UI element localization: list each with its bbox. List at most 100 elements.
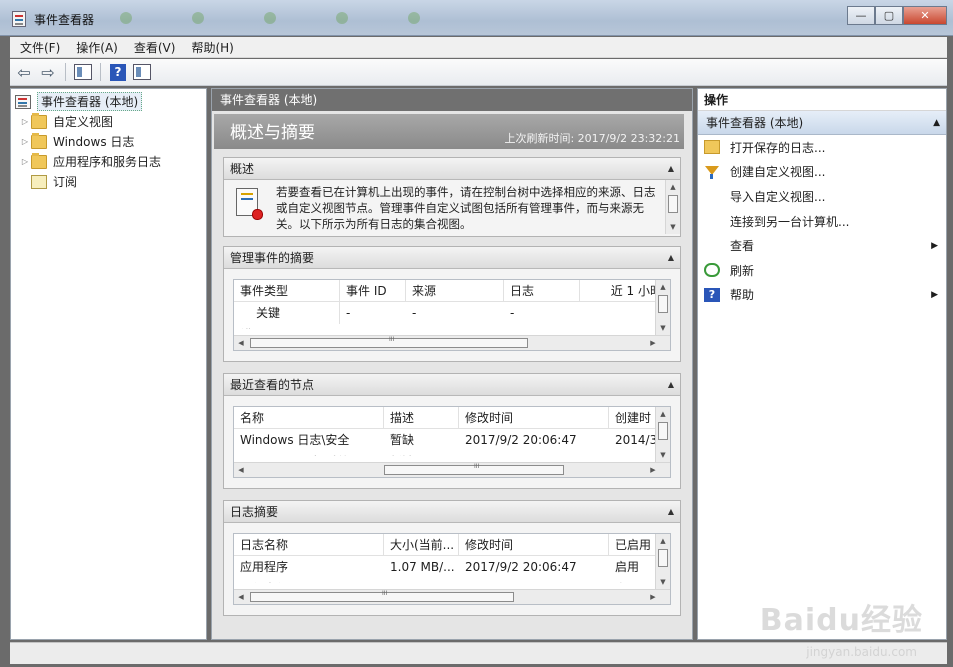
- column-header[interactable]: 日志名称: [234, 534, 384, 555]
- tree-item-custom-views[interactable]: ▷ 自定义视图: [19, 112, 113, 131]
- collapse-arrow-icon[interactable]: ▲: [668, 374, 674, 396]
- close-button[interactable]: ✕: [903, 6, 947, 25]
- action-view[interactable]: 查看 ▶: [698, 233, 946, 258]
- scroll-right-icon[interactable]: ▶: [646, 590, 660, 604]
- action-pane-icon: [133, 64, 151, 80]
- scroll-thumb[interactable]: [658, 295, 668, 313]
- action-label: 创建自定义视图...: [730, 165, 826, 180]
- event-viewer-icon: [12, 11, 26, 27]
- tree-item-app-service-logs[interactable]: ▷ 应用程序和服务日志: [19, 152, 161, 171]
- help-button[interactable]: ?: [108, 62, 128, 82]
- forward-arrow-icon[interactable]: ⇨: [38, 62, 58, 82]
- tree-item-windows-logs[interactable]: ▷ Windows 日志: [19, 132, 134, 151]
- column-header[interactable]: 修改时间: [459, 534, 609, 555]
- column-header[interactable]: 修改时间: [459, 407, 609, 428]
- column-header[interactable]: 来源: [406, 280, 504, 301]
- vertical-scrollbar[interactable]: ▲ ▼: [655, 534, 670, 589]
- back-arrow-icon[interactable]: ⇦: [14, 62, 34, 82]
- column-header[interactable]: 描述: [384, 407, 459, 428]
- menu-view[interactable]: 查看(V): [134, 39, 176, 56]
- menu-action[interactable]: 操作(A): [76, 39, 118, 56]
- table-row[interactable]: Windows 日志\安全 暂缺 2017/9/2 20:06:47 2014/…: [234, 429, 670, 451]
- vertical-scrollbar[interactable]: ▲ ▼: [655, 280, 670, 335]
- table-row-partial[interactable]: 硬件事件 68 KB/20... 2014/3/14 16:20:30 启用: [234, 578, 670, 583]
- scroll-left-icon[interactable]: ◀: [234, 336, 248, 350]
- table-cell: [504, 324, 580, 329]
- maximize-button[interactable]: ▢: [875, 6, 903, 25]
- scroll-thumb[interactable]: [384, 463, 564, 475]
- collapse-arrow-icon[interactable]: ▲: [668, 247, 674, 269]
- horizontal-scrollbar[interactable]: ◀ ▶: [234, 589, 670, 604]
- table-row-partial[interactable]: 错误 2,100: [234, 324, 670, 329]
- action-help[interactable]: ? 帮助 ▶: [698, 283, 946, 308]
- log-summary-header[interactable]: 日志摘要 ▲: [224, 501, 680, 523]
- scroll-down-icon[interactable]: ▼: [656, 448, 670, 462]
- menu-file[interactable]: 文件(F): [20, 39, 60, 56]
- action-import-custom-view[interactable]: 导入自定义视图...: [698, 184, 946, 209]
- actions-title: 操作: [698, 89, 946, 111]
- overview-banner: 概述与摘要 上次刷新时间: 2017/9/2 23:32:21: [214, 114, 684, 149]
- action-connect-computer[interactable]: 连接到另一台计算机...: [698, 209, 946, 234]
- subscription-icon: [31, 174, 47, 189]
- recent-nodes-header[interactable]: 最近查看的节点 ▲: [224, 374, 680, 396]
- horizontal-scrollbar[interactable]: ◀ ▶: [234, 462, 670, 477]
- tree-root-event-viewer[interactable]: 事件查看器 (本地): [15, 92, 143, 111]
- recent-nodes-grid: 名称 描述 修改时间 创建时 Windows 日志\安全 暂缺 2017/9/2…: [233, 406, 671, 478]
- table-cell: 2017/9/2 20:06:47: [465, 560, 577, 574]
- action-open-saved-log[interactable]: 打开保存的日志...: [698, 135, 946, 160]
- scroll-down-icon[interactable]: ▼: [656, 575, 670, 589]
- scroll-thumb[interactable]: [658, 422, 668, 440]
- table-cell: Windows 日志\系统: [234, 451, 384, 456]
- actions-group-header[interactable]: 事件查看器 (本地) ▲: [698, 111, 946, 135]
- table-row[interactable]: 关键 - - - 0: [234, 302, 670, 324]
- table-cell: 2014/3/14 16:20:30: [459, 578, 609, 583]
- tree-item-subscriptions[interactable]: 订阅: [31, 172, 77, 191]
- tree-item-label: 应用程序和服务日志: [53, 155, 162, 169]
- table-cell: 关键: [234, 302, 340, 324]
- log-summary-section: 日志摘要 ▲ 日志名称 大小(当前... 修改时间 已启用 应用程序 1.07 …: [223, 500, 681, 616]
- scroll-down-icon[interactable]: ▼: [656, 321, 670, 335]
- minimize-button[interactable]: —: [847, 6, 875, 25]
- scroll-up-icon[interactable]: ▲: [656, 407, 670, 421]
- tree-item-label: Windows 日志: [53, 135, 135, 149]
- column-header[interactable]: 事件类型: [234, 280, 340, 301]
- vertical-scrollbar[interactable]: ▲ ▼: [665, 180, 680, 234]
- scroll-right-icon[interactable]: ▶: [646, 463, 660, 477]
- scroll-up-icon[interactable]: ▲: [656, 280, 670, 294]
- scroll-left-icon[interactable]: ◀: [234, 463, 248, 477]
- help-icon: ?: [110, 63, 126, 81]
- overview-section-header[interactable]: 概述 ▲: [224, 158, 680, 180]
- table-row[interactable]: 应用程序 1.07 MB/... 2017/9/2 20:06:47 启用: [234, 556, 670, 578]
- horizontal-scrollbar[interactable]: ◀ ▶: [234, 335, 670, 350]
- scroll-thumb[interactable]: [668, 195, 678, 213]
- collapse-arrow-icon[interactable]: ▲: [668, 158, 674, 180]
- show-hide-tree-button[interactable]: [73, 62, 93, 82]
- collapse-arrow-icon[interactable]: ▲: [933, 111, 940, 135]
- show-action-pane-button[interactable]: [132, 62, 152, 82]
- scroll-thumb[interactable]: [250, 590, 514, 602]
- action-create-custom-view[interactable]: 创建自定义视图...: [698, 160, 946, 185]
- expand-arrow-icon[interactable]: ▷: [19, 157, 31, 166]
- table-cell: -: [412, 306, 417, 320]
- scroll-right-icon[interactable]: ▶: [646, 336, 660, 350]
- vertical-scrollbar[interactable]: ▲ ▼: [655, 407, 670, 462]
- expand-arrow-icon[interactable]: ▷: [19, 117, 31, 126]
- scroll-thumb[interactable]: [658, 549, 668, 567]
- admin-events-summary-section: 管理事件的摘要 ▲ 事件类型 事件 ID 来源 日志 近 1 小时 关键 - -…: [223, 246, 681, 362]
- action-refresh[interactable]: 刷新: [698, 258, 946, 283]
- scroll-thumb[interactable]: [250, 336, 528, 348]
- admin-summary-header[interactable]: 管理事件的摘要 ▲: [224, 247, 680, 269]
- column-header[interactable]: 事件 ID: [340, 280, 406, 301]
- window-title: 事件查看器: [34, 13, 95, 27]
- collapse-arrow-icon[interactable]: ▲: [668, 501, 674, 523]
- column-header[interactable]: 大小(当前...: [384, 534, 459, 555]
- scroll-down-icon[interactable]: ▼: [666, 220, 680, 234]
- scroll-up-icon[interactable]: ▲: [656, 534, 670, 548]
- menu-help[interactable]: 帮助(H): [191, 39, 233, 56]
- scroll-left-icon[interactable]: ◀: [234, 590, 248, 604]
- column-header[interactable]: 日志: [504, 280, 580, 301]
- column-header[interactable]: 名称: [234, 407, 384, 428]
- table-row-partial[interactable]: Windows 日志\系统 暂缺 2017/9/2 20:11:07 2014/: [234, 451, 670, 456]
- expand-arrow-icon[interactable]: ▷: [19, 137, 31, 146]
- scroll-up-icon[interactable]: ▲: [666, 180, 680, 194]
